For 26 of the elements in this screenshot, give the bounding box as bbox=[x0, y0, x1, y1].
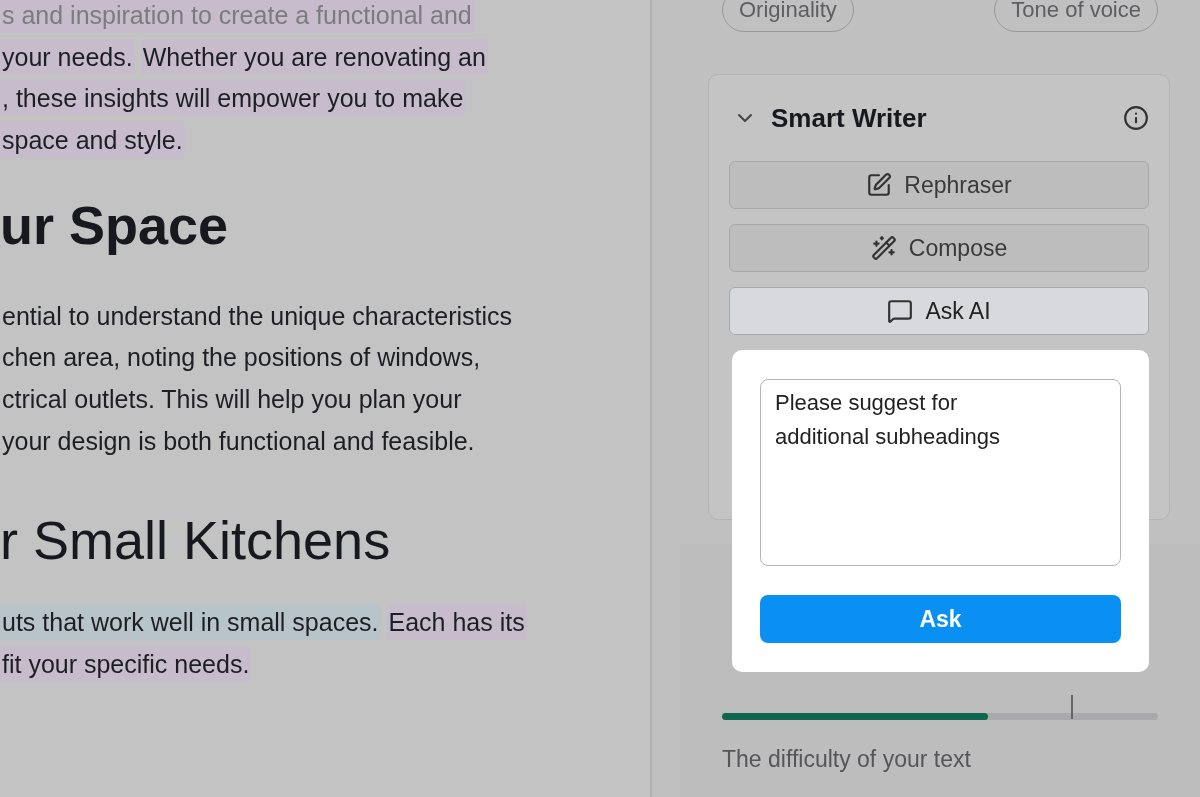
highlighted-text: Each has its bbox=[386, 604, 527, 641]
tool-button[interactable]: Ask AI bbox=[729, 287, 1149, 335]
description-text: The difficulty of your text bbox=[722, 746, 972, 773]
section-heading: ur Space bbox=[0, 194, 230, 255]
chat-icon bbox=[887, 298, 914, 324]
tool-button[interactable]: Rephraser bbox=[729, 161, 1149, 209]
highlighted-text: s and inspiration to create a functional and bbox=[0, 0, 474, 33]
info-icon[interactable] bbox=[1123, 105, 1149, 131]
card-title: Smart Writer bbox=[771, 102, 928, 134]
highlighted-text: , these insights will empower you to make bbox=[0, 80, 466, 117]
paragraph-text: chen area, noting the positions of windows, bbox=[1, 342, 482, 374]
highlighted-text: space and style. bbox=[0, 121, 185, 158]
ask-button[interactable]: Ask bbox=[760, 595, 1121, 643]
paragraph-text: your design is both functional and feasible. bbox=[1, 425, 476, 457]
highlighted-text: fit your specific needs. bbox=[0, 646, 252, 683]
paragraph-text: ctrical outlets. This will help you plan your bbox=[1, 383, 463, 415]
prompt-field[interactable]: Please suggest for additional subheadings bbox=[760, 379, 1121, 567]
tool-button[interactable]: Compose bbox=[729, 224, 1149, 272]
magic-wand-icon bbox=[870, 235, 897, 261]
paragraph-text: ential to understand the unique characteristics bbox=[1, 300, 514, 332]
target-marker bbox=[1071, 695, 1073, 719]
edit-icon bbox=[866, 172, 893, 198]
section-heading: r Small Kitchens bbox=[0, 509, 392, 570]
highlighted-text: uts that work well in small spaces. bbox=[0, 604, 381, 641]
highlighted-text: your needs. bbox=[0, 38, 135, 75]
highlighted-text: Whether you are renovating an bbox=[140, 38, 488, 75]
